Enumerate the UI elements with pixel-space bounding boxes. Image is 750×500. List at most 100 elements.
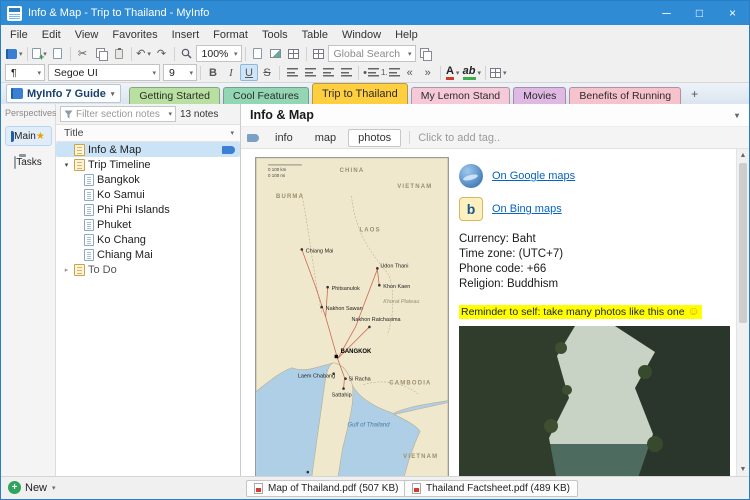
expand-arrow-icon[interactable]: ▸	[62, 266, 71, 274]
scrollbar-thumb[interactable]	[739, 163, 747, 323]
map-label-burma: BURMA	[276, 194, 304, 200]
paste-button[interactable]	[110, 45, 128, 62]
tree-item-to-do[interactable]: ▸ To Do	[56, 262, 240, 277]
menu-format[interactable]: Format	[206, 27, 255, 43]
tab-cool-features[interactable]: Cool Features	[223, 87, 309, 104]
filter-notes-input[interactable]: Filter section notes ▾	[60, 106, 176, 122]
notebook-tab-bar: MyInfo 7 Guide ▾ Getting Started Cool Fe…	[1, 83, 749, 104]
tree-item-trip-timeline[interactable]: ▾ Trip Timeline	[56, 157, 240, 172]
menu-table[interactable]: Table	[295, 27, 335, 43]
strikethrough-button[interactable]: S	[258, 64, 276, 81]
tree-item-phuket[interactable]: Phuket	[56, 217, 240, 232]
note-tab-info[interactable]: info	[265, 129, 303, 147]
scroll-up-button[interactable]: ▲	[737, 149, 749, 162]
reminder-text: Reminder to self: take many photos like …	[461, 306, 685, 318]
copy-button[interactable]	[92, 45, 110, 62]
note-tab-photos[interactable]: photos	[348, 129, 401, 147]
maximize-button[interactable]: □	[683, 1, 716, 25]
menu-insert[interactable]: Insert	[165, 27, 207, 43]
bing-maps-link[interactable]: On Bing maps	[492, 203, 562, 215]
new-note-bottom-button[interactable]: + New ▾	[8, 481, 56, 494]
font-color-icon: A	[446, 66, 454, 80]
table-menu-button[interactable]: ▾	[489, 64, 508, 81]
scroll-down-button[interactable]: ▼	[737, 463, 749, 476]
print-button[interactable]	[49, 45, 67, 62]
note-tab-map[interactable]: map	[305, 129, 346, 147]
insert-table-button[interactable]	[285, 45, 303, 62]
tree-column-header[interactable]: Title ▾	[56, 125, 240, 142]
tag-icon	[222, 146, 235, 154]
menu-window[interactable]: Window	[335, 27, 388, 43]
font-name-combo[interactable]: Segoe UI▾	[48, 64, 160, 81]
tab-movies[interactable]: Movies	[513, 87, 566, 104]
redo-button[interactable]: ↷	[153, 45, 171, 62]
font-color-button[interactable]: A▾	[444, 64, 462, 81]
tree-item-phi-phi-islands[interactable]: Phi Phi Islands	[56, 202, 240, 217]
add-tag-field[interactable]: Click to add tag..	[418, 132, 500, 144]
layout-button[interactable]	[416, 45, 434, 62]
list-lines-icon	[389, 68, 400, 77]
menu-file[interactable]: File	[3, 27, 35, 43]
add-notebook-tab-button[interactable]: +	[686, 86, 703, 102]
menu-edit[interactable]: Edit	[35, 27, 68, 43]
tree-item-info-map[interactable]: Info & Map	[56, 142, 240, 157]
bullet-list-button[interactable]: •	[362, 64, 380, 81]
highlight-color-button[interactable]: ab▾	[462, 64, 482, 81]
google-maps-link[interactable]: On Google maps	[492, 170, 575, 182]
align-justify-button[interactable]	[337, 64, 355, 81]
tree-item-chiang-mai[interactable]: Chiang Mai	[56, 247, 240, 262]
map-label-laos: LAOS	[359, 228, 380, 234]
collapse-arrow-icon[interactable]: ▾	[62, 161, 71, 169]
tree-item-ko-chang[interactable]: Ko Chang	[56, 232, 240, 247]
dropdown-arrow-icon: ▾	[147, 50, 151, 58]
cut-button[interactable]: ✂	[74, 45, 92, 62]
numbered-list-button[interactable]: 1.	[380, 64, 401, 81]
google-maps-icon	[459, 164, 483, 188]
tab-label: Cool Features	[233, 90, 299, 102]
global-search-combo[interactable]: Global Search▾	[328, 45, 416, 62]
style-combo[interactable]: ¶▾	[5, 64, 45, 81]
undo-button[interactable]: ↶▾	[135, 45, 153, 62]
separator	[279, 66, 280, 80]
tab-my-lemon-stand[interactable]: My Lemon Stand	[411, 87, 510, 104]
tree-item-bangkok[interactable]: Bangkok	[56, 172, 240, 187]
align-left-button[interactable]	[283, 64, 301, 81]
italic-button[interactable]: I	[222, 64, 240, 81]
minimize-button[interactable]: ─	[650, 1, 683, 25]
bold-button[interactable]: B	[204, 64, 222, 81]
perspective-main[interactable]: Main★	[5, 126, 52, 146]
attachment-map-of-thailand[interactable]: Map of Thailand.pdf (507 KB)	[246, 480, 406, 497]
font-size-combo[interactable]: 9▾	[163, 64, 197, 81]
zoom-button[interactable]	[178, 45, 196, 62]
menu-tools[interactable]: Tools	[255, 27, 295, 43]
tab-benefits-of-running[interactable]: Benefits of Running	[569, 87, 681, 104]
menu-favorites[interactable]: Favorites	[105, 27, 164, 43]
close-button[interactable]: ×	[716, 1, 749, 25]
outdent-button[interactable]: «	[401, 64, 419, 81]
content-scrollbar[interactable]: ▲ ▼	[736, 149, 749, 476]
global-search-button[interactable]	[310, 45, 328, 62]
menu-help[interactable]: Help	[388, 27, 425, 43]
search-grid-icon	[313, 49, 324, 59]
underline-button[interactable]: U	[240, 64, 258, 81]
align-right-button[interactable]	[319, 64, 337, 81]
align-center-button[interactable]	[301, 64, 319, 81]
notebook-selector[interactable]: MyInfo 7 Guide ▾	[6, 84, 121, 103]
perspective-tasks[interactable]: Tasks	[5, 152, 52, 172]
tab-getting-started[interactable]: Getting Started	[129, 87, 220, 104]
menu-view[interactable]: View	[68, 27, 106, 43]
attachment-thailand-factsheet[interactable]: Thailand Factsheet.pdf (489 KB)	[404, 480, 578, 497]
main-toolbar: ▾ ▾ ✂ ↶▾ ↷ 100%▾ Global Search▾	[1, 44, 749, 63]
indent-button[interactable]: »	[419, 64, 437, 81]
new-note-button[interactable]: ▾	[31, 45, 49, 62]
notebook-menu-button[interactable]: ▾	[5, 45, 24, 62]
tree-item-ko-samui[interactable]: Ko Samui	[56, 187, 240, 202]
note-menu-button[interactable]: ▾	[735, 111, 739, 120]
zoom-combo[interactable]: 100%▾	[196, 45, 242, 62]
tab-trip-to-thailand[interactable]: Trip to Thailand	[312, 83, 408, 104]
insert-image-button[interactable]	[267, 45, 285, 62]
perspective-main-label: Main	[14, 131, 36, 142]
attach-button[interactable]	[249, 45, 267, 62]
tree-item-label: To Do	[88, 264, 117, 276]
notebook-icon	[11, 88, 23, 99]
